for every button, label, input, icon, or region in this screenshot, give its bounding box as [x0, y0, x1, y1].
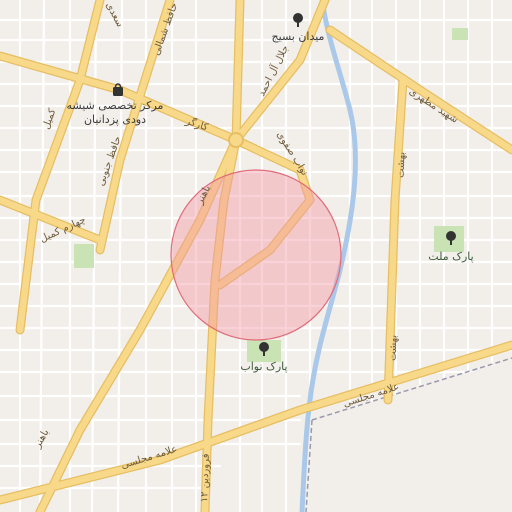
poi-label-line1: مرکز تخصصی شیشه [67, 99, 164, 112]
park-navab-label: پارک نواب [240, 360, 287, 373]
park-small-ne [452, 28, 468, 40]
roundabout [228, 132, 244, 148]
road-label-behesht-south: بهشت [388, 335, 400, 362]
road-label-farvardin: ۱۲ فروردین [199, 453, 212, 502]
park-mellat-label: پارک ملت [428, 250, 473, 263]
maidan-basij-label: میدان بسیج [272, 30, 325, 43]
road-label-behesht-north: بهشت [396, 152, 408, 179]
park-small-west [74, 244, 94, 268]
poi-label-line2: دودی پزدانیان [84, 113, 146, 126]
map-canvas[interactable]: مرکز تخصصی شیشه دودی پزدانیان میدان بسیج… [0, 0, 512, 512]
